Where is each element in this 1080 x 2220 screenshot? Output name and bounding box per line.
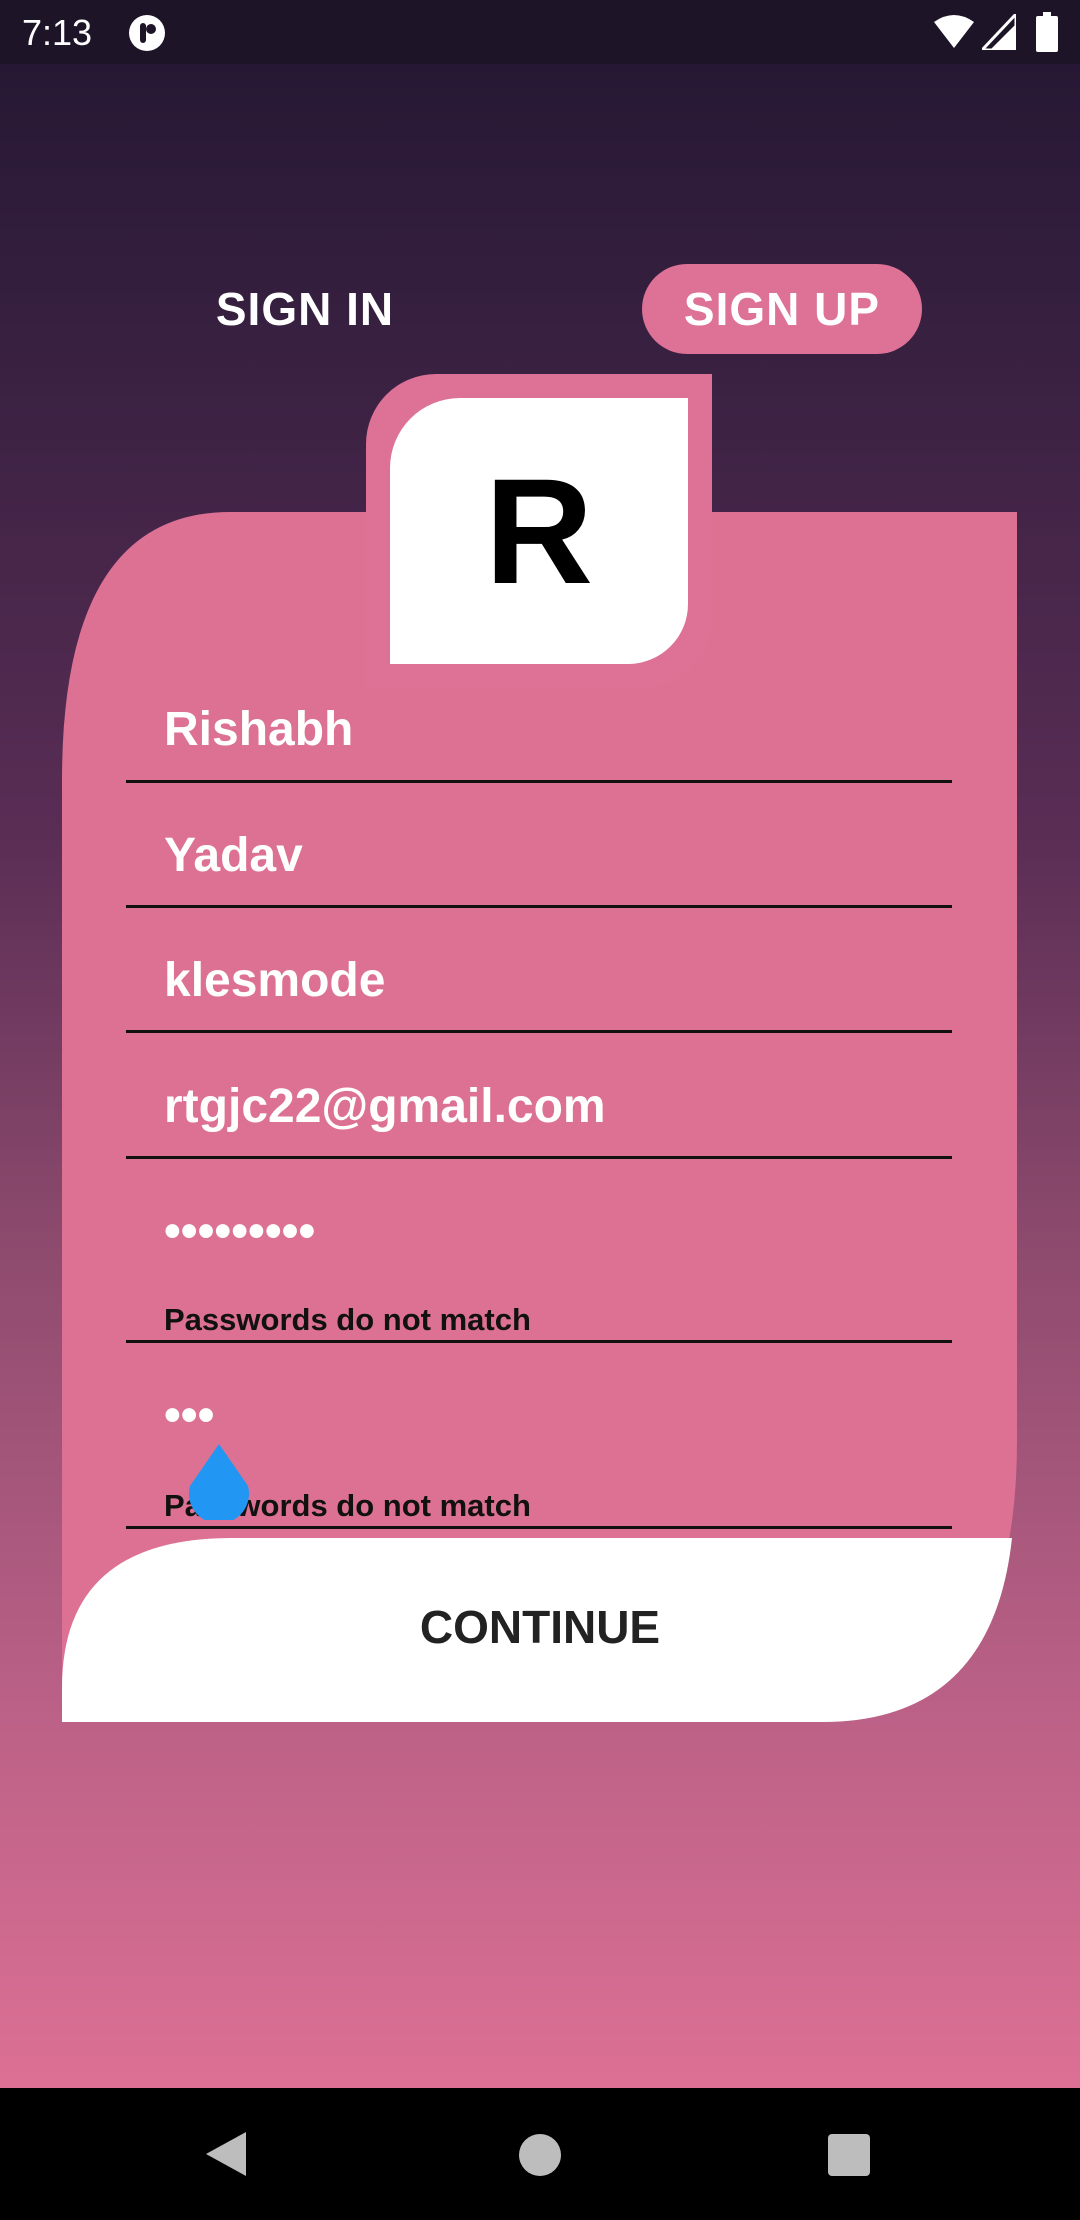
logo-frame: R [366, 374, 712, 688]
continue-button[interactable]: CONTINUE [0, 1600, 1080, 1654]
first-name-field[interactable]: Rishabh [126, 680, 952, 783]
navigation-bar [0, 2088, 1080, 2220]
password-error: Passwords do not match [164, 1302, 531, 1337]
app-screen: 7:13 SIGN IN SIGN UP R Rishabh Yadav kle… [0, 0, 1080, 2088]
app-logo: R [390, 398, 688, 664]
email-value: rtgjc22@gmail.com [164, 1080, 606, 1133]
email-field[interactable]: rtgjc22@gmail.com [126, 1058, 952, 1159]
home-icon[interactable] [519, 2134, 561, 2176]
password-value: ••••••••• [164, 1205, 316, 1258]
last-name-value: Yadav [164, 829, 303, 882]
confirm-password-value: ••• [164, 1389, 215, 1442]
first-name-value: Rishabh [164, 703, 354, 756]
back-icon[interactable] [200, 2128, 252, 2180]
text-cursor-handle[interactable] [188, 1444, 250, 1520]
username-value: klesmode [164, 954, 386, 1007]
username-field[interactable]: klesmode [126, 932, 952, 1033]
last-name-field[interactable]: Yadav [126, 808, 952, 908]
password-field[interactable]: ••••••••• Passwords do not match [126, 1180, 952, 1343]
recents-icon[interactable] [828, 2134, 870, 2176]
